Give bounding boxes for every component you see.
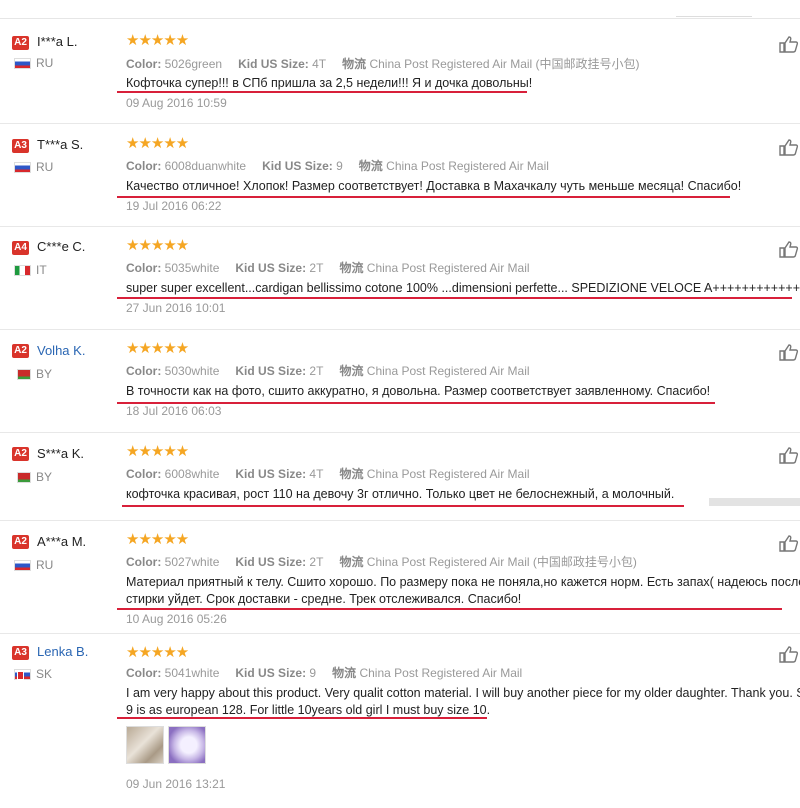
- review-date: 18 Jul 2016 06:03: [126, 404, 222, 418]
- reviewer-country: BY: [14, 470, 52, 484]
- review-text: В точности как на фото, сшито аккуратно,…: [126, 384, 711, 398]
- review-date: 10 Aug 2016 05:26: [126, 612, 227, 626]
- buyer-level-badge: A3: [12, 646, 29, 660]
- thumbs-up-icon[interactable]: [779, 240, 799, 258]
- review-item: A4 C***e C. IT ★★★★★ Color: 5035white Kid…: [0, 226, 800, 330]
- thumbs-up-icon[interactable]: [779, 138, 799, 156]
- review-item: A2 Volha K. BY ★★★★★ Color: 5030white Kid…: [0, 329, 800, 433]
- review-item: A2 I***a L. RU ★★★★★ Color: 5026green Kid…: [0, 19, 800, 124]
- review-text: кофточка красивая, рост 110 на девочу 3г…: [126, 487, 675, 501]
- russia-flag-icon: [14, 57, 31, 69]
- review-text: Кофточка супер!!! в СПб пришла за 2,5 не…: [126, 76, 533, 90]
- italy-flag-icon: [14, 264, 31, 276]
- order-meta: Color: 5026green Kid US Size: 4T 物流 China …: [126, 57, 640, 71]
- buyer-level-badge: A3: [12, 139, 29, 153]
- review-item: A2 S***a K. BY ★★★★★ Color: 6008white Kid…: [0, 432, 800, 521]
- order-meta: Color: 5041white Kid US Size: 9 物流 China P…: [126, 666, 523, 680]
- rating-stars: ★★★★★: [126, 443, 189, 460]
- review-text-line2: 9 is as european 128. For little 10years…: [126, 703, 491, 717]
- review-item: A3 Lenka B. SK ★★★★★ Color: 5041white Kid…: [0, 633, 800, 808]
- buyer-level-badge: A4: [12, 241, 29, 255]
- reviewer-country: SK: [14, 667, 52, 681]
- review-item: A2 A***a M. RU ★★★★★ Color: 5027white Kid…: [0, 520, 800, 634]
- review-date: 09 Jun 2016 13:21: [126, 777, 226, 791]
- review-date: 09 Aug 2016 10:59: [126, 96, 227, 110]
- buyer-level-badge: A2: [12, 344, 29, 358]
- order-meta: Color: 6008duanwhite Kid US Size: 9 物流 Chi…: [126, 159, 549, 173]
- rating-stars: ★★★★★: [126, 340, 189, 357]
- review-text: Материал приятный к телу. Сшито хорошо. …: [126, 575, 800, 589]
- reviewer-name: A***a M.: [37, 534, 87, 549]
- rating-stars: ★★★★★: [126, 135, 189, 152]
- buyer-level-badge: A2: [12, 36, 29, 50]
- order-meta: Color: 5027white Kid US Size: 2T 物流 China …: [126, 555, 637, 569]
- reviewer-name: C***e C.: [37, 239, 86, 254]
- rating-stars: ★★★★★: [126, 237, 189, 254]
- thumbs-up-icon[interactable]: [779, 645, 799, 663]
- order-meta: Color: 5035white Kid US Size: 2T 物流 China …: [126, 261, 530, 275]
- order-meta: Color: 6008white Kid US Size: 4T 物流 China …: [126, 467, 530, 481]
- reviewer-country: RU: [14, 160, 53, 174]
- review-photo[interactable]: [168, 726, 206, 764]
- review-photo[interactable]: [126, 726, 164, 764]
- slovakia-flag-icon: [14, 668, 31, 680]
- rating-stars: ★★★★★: [126, 531, 189, 548]
- reviewer-name-link[interactable]: Lenka B.: [37, 644, 88, 659]
- review-date: 19 Jul 2016 06:22: [126, 199, 222, 213]
- reviewer-country: IT: [14, 263, 47, 277]
- review-text-line2: стирки уйдет. Срок доставки - средне. Тр…: [126, 592, 522, 606]
- russia-flag-icon: [14, 559, 31, 571]
- thumbs-up-icon[interactable]: [779, 35, 799, 53]
- reviewer-name: T***a S.: [37, 137, 84, 152]
- buyer-level-badge: A2: [12, 447, 29, 461]
- rating-stars: ★★★★★: [126, 644, 189, 661]
- rating-stars: ★★★★★: [126, 32, 189, 49]
- thumbs-up-icon[interactable]: [779, 534, 799, 552]
- reviewer-name: S***a K.: [37, 446, 84, 461]
- buyer-level-badge: A2: [12, 535, 29, 549]
- review-date: 27 Jun 2016 10:01: [126, 301, 226, 315]
- review-text: I am very happy about this product. Very…: [126, 686, 800, 700]
- russia-flag-icon: [14, 161, 31, 173]
- reviewer-country: RU: [14, 56, 53, 70]
- reviewer-name: I***a L.: [37, 34, 78, 49]
- thumbs-up-icon[interactable]: [779, 343, 799, 361]
- thumbs-up-icon[interactable]: [779, 446, 799, 464]
- belarus-flag-icon: [14, 471, 31, 483]
- reviewer-country: RU: [14, 558, 53, 572]
- review-item: A3 T***a S. RU ★★★★★ Color: 6008duanwhit…: [0, 123, 800, 227]
- review-text: Качество отличное! Хлопок! Размер соотве…: [126, 179, 742, 193]
- reviewer-name-link[interactable]: Volha K.: [37, 343, 85, 358]
- belarus-flag-icon: [14, 368, 31, 380]
- review-text: super super excellent...cardigan belliss…: [126, 281, 800, 295]
- reviewer-country: BY: [14, 367, 52, 381]
- order-meta: Color: 5030white Kid US Size: 2T 物流 China …: [126, 364, 530, 378]
